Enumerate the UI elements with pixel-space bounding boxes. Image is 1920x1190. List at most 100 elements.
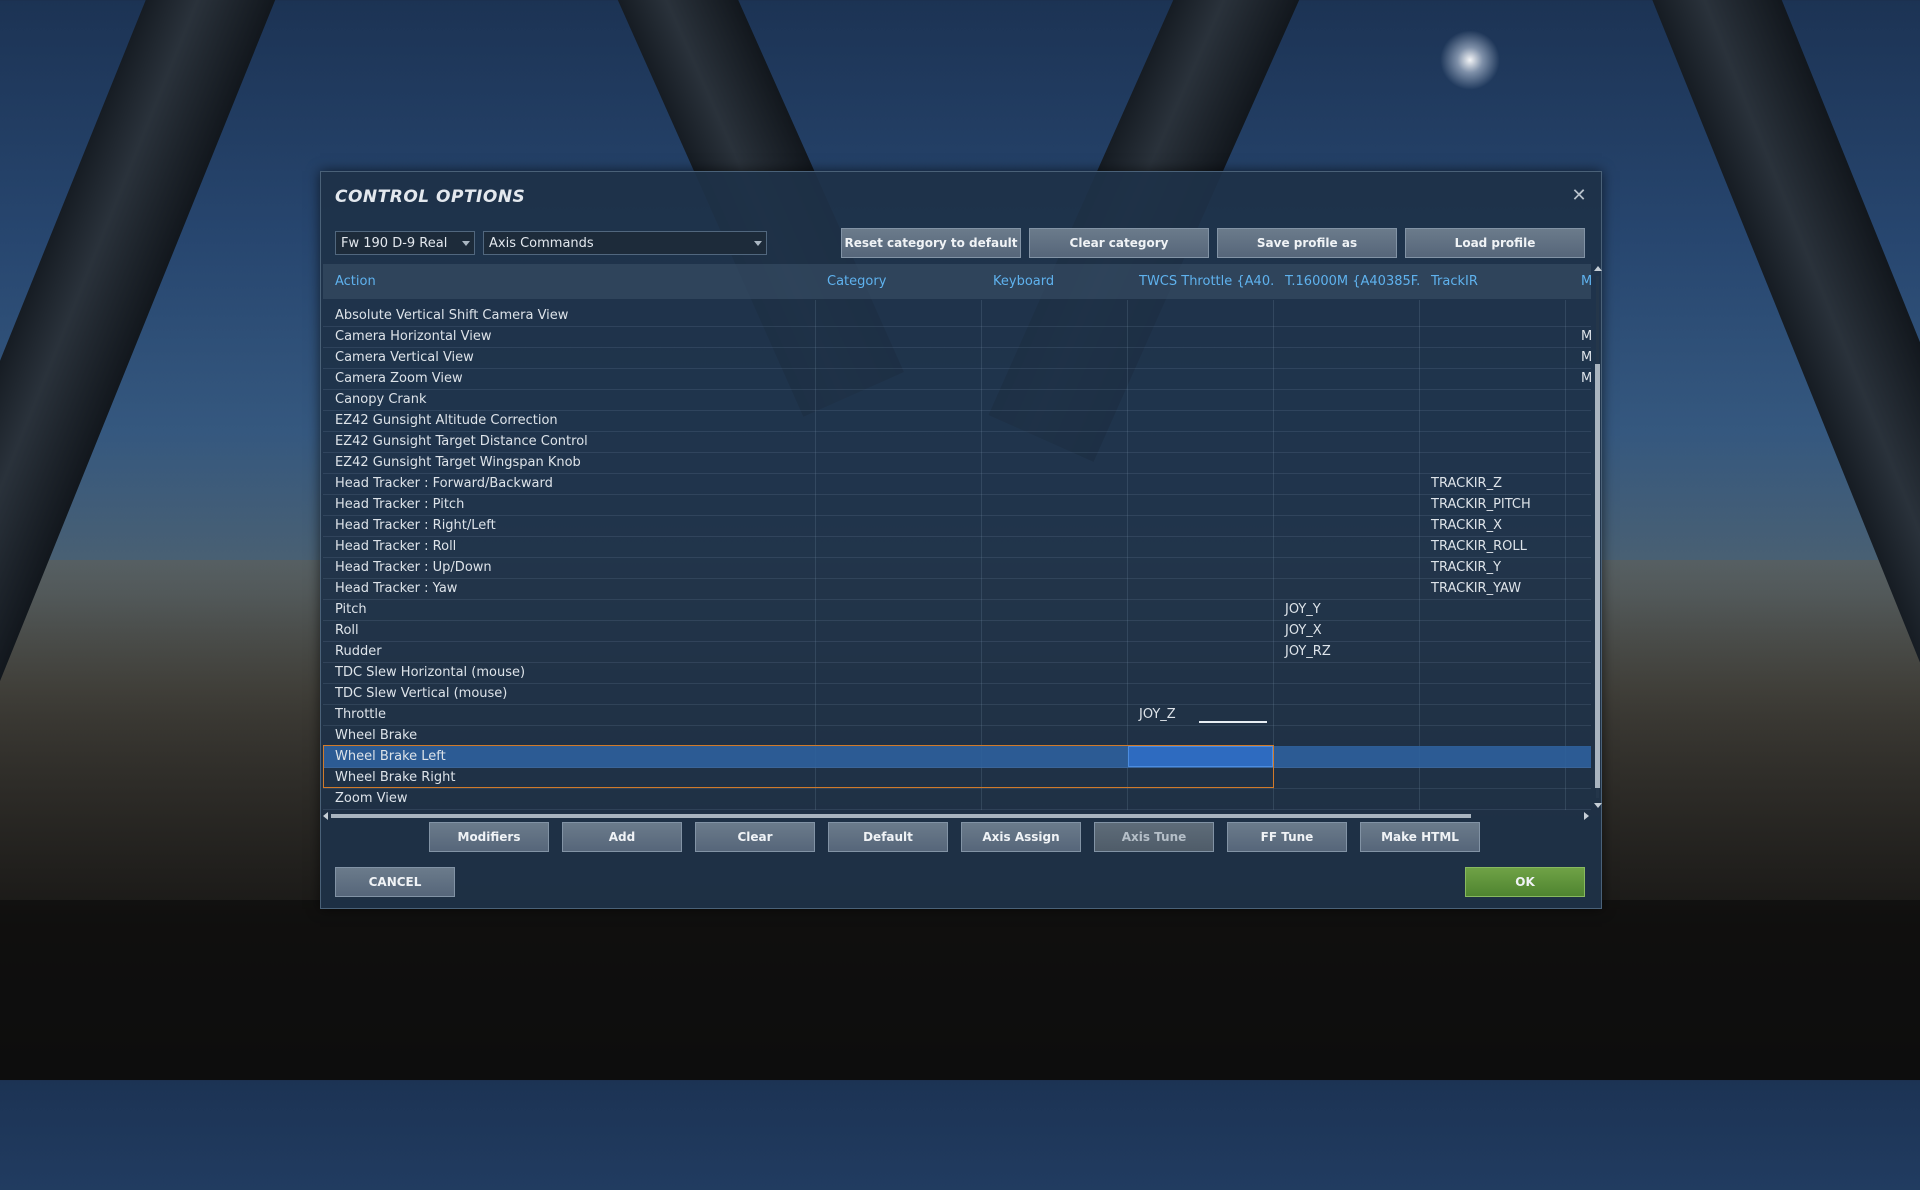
ff-tune-button[interactable]: FF Tune (1227, 822, 1347, 852)
clear-button[interactable]: Clear (695, 822, 815, 852)
table-row[interactable]: Head Tracker : Roll TRACKIR_ROLL (323, 536, 1591, 558)
column-header-category[interactable]: Category (815, 264, 981, 299)
reset-category-button[interactable]: Reset category to default (841, 228, 1021, 258)
cell-more[interactable] (1565, 599, 1591, 620)
cell-more[interactable] (1565, 473, 1591, 494)
cell-more[interactable] (1565, 704, 1591, 725)
cell-trackir[interactable] (1419, 452, 1565, 473)
cell-t16000m[interactable] (1273, 788, 1419, 809)
cell-trackir[interactable] (1419, 704, 1565, 725)
cell-more[interactable] (1565, 410, 1591, 431)
axis-tune-button[interactable]: Axis Tune (1094, 822, 1214, 852)
default-button[interactable]: Default (828, 822, 948, 852)
cell-more[interactable] (1565, 557, 1591, 578)
column-header-twcs[interactable]: TWCS Throttle {A40... (1127, 264, 1273, 299)
cell-trackir[interactable] (1419, 725, 1565, 746)
scroll-right-icon[interactable] (1584, 812, 1589, 820)
cell-t16000m[interactable]: JOY_RZ (1273, 641, 1419, 662)
add-button[interactable]: Add (562, 822, 682, 852)
cell-t16000m[interactable] (1273, 410, 1419, 431)
table-row[interactable]: TDC Slew Vertical (mouse) (323, 683, 1591, 705)
cell-trackir[interactable]: TRACKIR_PITCH (1419, 494, 1565, 515)
cell-more[interactable] (1565, 452, 1591, 473)
cell-trackir[interactable] (1419, 662, 1565, 683)
table-row[interactable]: Canopy Crank (323, 389, 1591, 411)
cell-t16000m[interactable] (1273, 746, 1419, 767)
cell-twcs[interactable] (1127, 683, 1273, 704)
cell-t16000m[interactable] (1273, 725, 1419, 746)
cancel-button[interactable]: CANCEL (335, 867, 455, 897)
axis-assign-button[interactable]: Axis Assign (961, 822, 1081, 852)
table-row[interactable]: EZ42 Gunsight Target Distance Control (323, 431, 1591, 453)
column-header-trackir[interactable]: TrackIR (1419, 264, 1565, 299)
cell-t16000m[interactable]: JOY_Y (1273, 599, 1419, 620)
cell-t16000m[interactable] (1273, 662, 1419, 683)
table-row[interactable]: Roll JOY_X (323, 620, 1591, 642)
cell-more[interactable] (1565, 494, 1591, 515)
cell-more[interactable] (1565, 578, 1591, 599)
cell-more[interactable] (1565, 431, 1591, 452)
table-row[interactable]: Camera Vertical View M (323, 347, 1591, 369)
table-row[interactable]: Head Tracker : Pitch TRACKIR_PITCH (323, 494, 1591, 516)
cell-twcs[interactable] (1127, 326, 1273, 347)
aircraft-select[interactable]: Fw 190 D-9 Real (335, 231, 475, 255)
table-row[interactable]: Camera Horizontal View M (323, 326, 1591, 348)
cell-t16000m[interactable] (1273, 431, 1419, 452)
cell-more[interactable] (1565, 788, 1591, 809)
cell-more[interactable] (1565, 683, 1591, 704)
cell-trackir[interactable] (1419, 683, 1565, 704)
cell-t16000m[interactable] (1273, 578, 1419, 599)
cell-twcs[interactable] (1127, 599, 1273, 620)
table-row[interactable]: Pitch JOY_Y (323, 599, 1591, 621)
cell-more[interactable] (1565, 305, 1591, 326)
cell-trackir[interactable] (1419, 620, 1565, 641)
table-row[interactable]: Wheel Brake (323, 725, 1591, 747)
cell-t16000m[interactable] (1273, 494, 1419, 515)
cell-trackir[interactable]: TRACKIR_ROLL (1419, 536, 1565, 557)
cell-twcs[interactable] (1127, 368, 1273, 389)
cell-trackir[interactable] (1419, 431, 1565, 452)
cell-more[interactable] (1565, 662, 1591, 683)
scroll-up-icon[interactable] (1594, 266, 1602, 271)
column-header-action[interactable]: Action (323, 264, 815, 299)
active-binding-cell[interactable] (1128, 746, 1273, 767)
cell-twcs[interactable] (1127, 620, 1273, 641)
cell-t16000m[interactable] (1273, 704, 1419, 725)
cell-more[interactable]: M (1565, 326, 1591, 347)
table-row[interactable]: Head Tracker : Right/Left TRACKIR_X (323, 515, 1591, 537)
cell-trackir[interactable] (1419, 305, 1565, 326)
table-row[interactable]: Camera Zoom View M (323, 368, 1591, 390)
cell-trackir[interactable] (1419, 410, 1565, 431)
cell-twcs[interactable] (1127, 305, 1273, 326)
table-row[interactable]: EZ42 Gunsight Altitude Correction (323, 410, 1591, 432)
save-profile-button[interactable]: Save profile as (1217, 228, 1397, 258)
table-row[interactable]: Zoom View (323, 788, 1591, 810)
cell-twcs[interactable] (1127, 788, 1273, 809)
cell-trackir[interactable] (1419, 368, 1565, 389)
cell-more[interactable] (1565, 389, 1591, 410)
cell-twcs[interactable] (1127, 494, 1273, 515)
cell-more[interactable] (1565, 620, 1591, 641)
clear-category-button[interactable]: Clear category (1029, 228, 1209, 258)
category-select[interactable]: Axis Commands (483, 231, 767, 255)
cell-t16000m[interactable] (1273, 452, 1419, 473)
column-header-t16000m[interactable]: T.16000M {A40385F... (1273, 264, 1419, 299)
horizontal-scrollbar[interactable] (323, 812, 1591, 820)
cell-twcs[interactable] (1127, 473, 1273, 494)
cell-t16000m[interactable] (1273, 368, 1419, 389)
table-row[interactable]: Rudder JOY_RZ (323, 641, 1591, 663)
cell-trackir[interactable] (1419, 641, 1565, 662)
cell-trackir[interactable] (1419, 389, 1565, 410)
cell-twcs[interactable] (1127, 452, 1273, 473)
cell-trackir[interactable] (1419, 746, 1565, 767)
table-row[interactable]: Head Tracker : Forward/Backward TRACKIR_Z (323, 473, 1591, 495)
cell-twcs[interactable] (1127, 536, 1273, 557)
cell-twcs[interactable] (1127, 389, 1273, 410)
cell-trackir[interactable]: TRACKIR_X (1419, 515, 1565, 536)
cell-t16000m[interactable] (1273, 557, 1419, 578)
table-row[interactable]: TDC Slew Horizontal (mouse) (323, 662, 1591, 684)
scroll-left-icon[interactable] (323, 812, 328, 820)
cell-twcs[interactable] (1127, 725, 1273, 746)
table-row[interactable]: Throttle JOY_Z (323, 704, 1591, 726)
cell-twcs[interactable] (1127, 431, 1273, 452)
